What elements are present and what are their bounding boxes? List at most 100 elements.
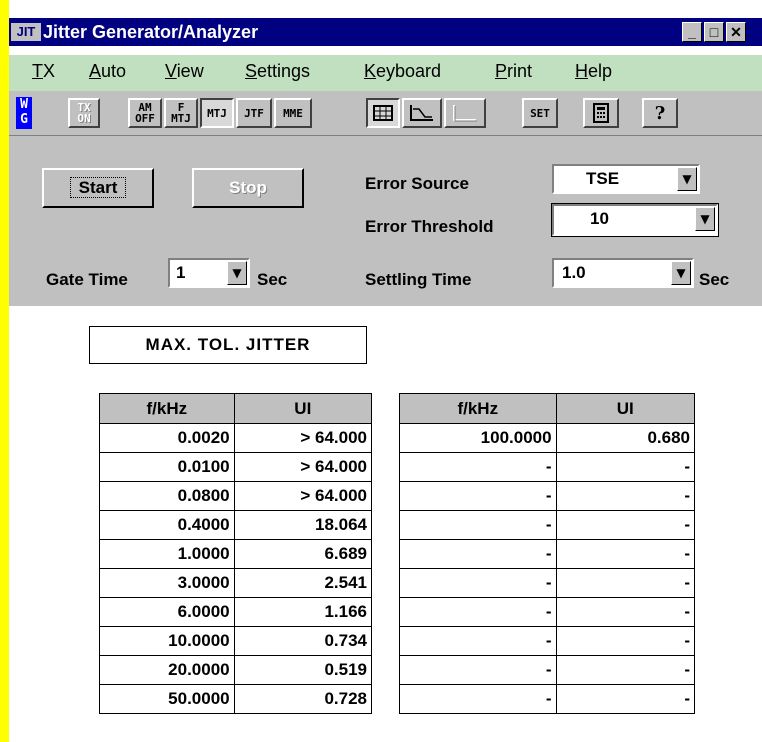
chevron-down-icon[interactable]: ▼: [677, 167, 697, 191]
graph-view-button[interactable]: [402, 98, 442, 128]
ui-cell: 1.166: [233, 597, 373, 627]
table-header-row: f/kHz UI: [399, 393, 696, 424]
table-header-row: f/kHz UI: [99, 393, 373, 424]
tx-on-line2: ON: [77, 112, 91, 125]
settling-time-value: 1.0: [562, 263, 586, 282]
menu-tx-mnemonic: T: [32, 61, 43, 81]
f-mtj-line2: MTJ: [171, 112, 191, 125]
frequency-cell: 0.4000: [99, 510, 235, 540]
settling-time-select[interactable]: 1.0 ▼: [552, 258, 694, 288]
error-threshold-value: 10: [590, 209, 609, 228]
table-row: 0.0020 > 64.000: [99, 423, 373, 453]
menu-keyboard-mnemonic: K: [364, 61, 377, 81]
frequency-cell: 0.0800: [99, 481, 235, 511]
menu-print[interactable]: Print: [495, 61, 532, 82]
menu-tx[interactable]: TX: [32, 61, 55, 82]
window-title: Jitter Generator/Analyzer: [43, 22, 259, 42]
table-row: 6.0000 1.166: [99, 597, 373, 627]
ui-cell: -: [555, 539, 696, 569]
chart-view-button[interactable]: [444, 98, 486, 128]
ui-cell: 18.064: [233, 510, 373, 540]
ui-cell: -: [555, 655, 696, 685]
f-mtj-button[interactable]: F MTJ: [164, 98, 198, 128]
ui-cell: -: [555, 452, 696, 482]
menu-view[interactable]: View: [165, 61, 204, 82]
chevron-down-icon[interactable]: ▼: [227, 261, 247, 285]
menu-help-mnemonic: H: [575, 61, 588, 81]
menu-keyboard-label: eyboard: [376, 61, 442, 81]
mme-button[interactable]: MME: [274, 98, 312, 128]
menu-tx-label: X: [43, 61, 56, 81]
stop-button[interactable]: Stop: [192, 168, 304, 208]
am-off-button[interactable]: AM OFF: [128, 98, 162, 128]
table-row: --: [399, 655, 696, 685]
chevron-down-icon[interactable]: ▼: [671, 261, 691, 285]
chevron-down-icon[interactable]: ▼: [695, 207, 715, 231]
menu-help-label: elp: [588, 61, 613, 81]
menu-print-mnemonic: P: [495, 61, 508, 81]
max-tol-jitter-heading: MAX. TOL. JITTER: [89, 326, 367, 364]
col-header-ui: UI: [233, 393, 373, 424]
ui-cell: 2.541: [233, 568, 373, 598]
gate-time-select[interactable]: 1 ▼: [168, 258, 250, 288]
table-row: 10.0000 0.734: [99, 626, 373, 656]
frequency-cell: -: [399, 452, 557, 482]
table-row: --: [399, 452, 696, 482]
settling-time-unit: Sec: [699, 270, 730, 289]
table-grid-icon: [373, 105, 393, 121]
maximize-button[interactable]: □: [704, 22, 724, 42]
frequency-cell: 0.0100: [99, 452, 235, 482]
menu-auto-mnemonic: A: [89, 61, 102, 81]
ui-cell: -: [555, 684, 696, 714]
app-window: JIT Jitter Generator/Analyzer _ □ ✕ TX A…: [0, 0, 762, 742]
table-row: 1.0000 6.689: [99, 539, 373, 569]
error-threshold-select[interactable]: 10 ▼: [551, 203, 719, 237]
menu-keyboard[interactable]: Keyboard: [364, 61, 441, 82]
menu-auto-label: uto: [101, 61, 127, 81]
set-button[interactable]: SET: [522, 98, 558, 128]
am-off-line2: OFF: [135, 112, 155, 125]
table-view-button[interactable]: [366, 98, 400, 128]
ui-cell: > 64.000: [233, 423, 373, 453]
menu-auto[interactable]: Auto: [89, 61, 126, 82]
frequency-cell: -: [399, 597, 557, 627]
menu-help[interactable]: Help: [575, 61, 612, 82]
gate-time-label: Gate Time: [46, 270, 128, 289]
close-button[interactable]: ✕: [726, 22, 746, 42]
frequency-cell: -: [399, 481, 557, 511]
mtj-button[interactable]: MTJ: [200, 98, 234, 128]
gate-time-unit: Sec: [257, 270, 288, 289]
table-row: 0.4000 18.064: [99, 510, 373, 540]
frequency-cell: 100.0000: [399, 423, 557, 453]
calculator-icon: [593, 103, 609, 123]
col-header-frequency: f/kHz: [399, 393, 557, 424]
line-graph-icon: [410, 105, 433, 121]
help-button[interactable]: ?: [642, 98, 678, 128]
table-row: 100.0000 0.680: [399, 423, 696, 453]
wg-logo-line2: G: [20, 112, 28, 127]
title-bar[interactable]: JIT Jitter Generator/Analyzer _ □ ✕: [9, 18, 762, 46]
toolbar: W G TX ON AM OFF F MTJ MTJ JTF MME SET ?: [9, 91, 762, 136]
frequency-cell: 20.0000: [99, 655, 235, 685]
error-source-select[interactable]: TSE ▼: [552, 164, 700, 194]
table-row: --: [399, 568, 696, 598]
frequency-cell: -: [399, 539, 557, 569]
frequency-cell: 10.0000: [99, 626, 235, 656]
start-button[interactable]: Start: [42, 168, 154, 208]
ui-cell: -: [555, 481, 696, 511]
ui-cell: 6.689: [233, 539, 373, 569]
app-logo-icon: JIT: [11, 23, 41, 41]
jtf-button[interactable]: JTF: [236, 98, 272, 128]
frequency-cell: 50.0000: [99, 684, 235, 714]
frequency-cell: -: [399, 568, 557, 598]
table-row: --: [399, 626, 696, 656]
ui-cell: -: [555, 568, 696, 598]
minimize-button[interactable]: _: [682, 22, 702, 42]
menu-print-label: rint: [507, 61, 533, 81]
table-row: --: [399, 510, 696, 540]
menu-settings[interactable]: Settings: [245, 61, 310, 82]
frequency-cell: -: [399, 626, 557, 656]
calculator-button[interactable]: [583, 98, 619, 128]
wg-logo-line1: W: [20, 97, 28, 112]
tx-on-button[interactable]: TX ON: [68, 98, 100, 128]
